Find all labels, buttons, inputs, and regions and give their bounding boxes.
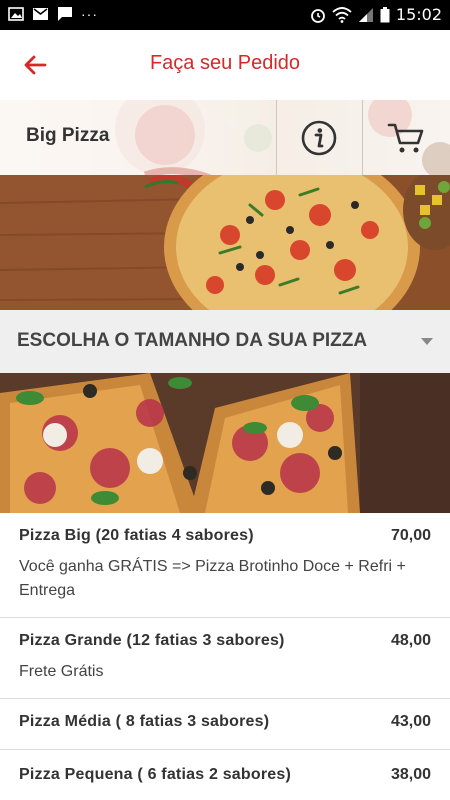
pizza-photo-illustration (0, 373, 450, 513)
store-header: Big Pizza (0, 100, 450, 175)
clock: 15:02 (395, 5, 442, 24)
item-name: Pizza Pequena ( 6 fatias 2 sabores) (19, 766, 291, 783)
item-price: 70,00 (390, 527, 431, 544)
pizza-photo (0, 373, 450, 513)
item-price: 43,00 (390, 713, 431, 730)
app-bar: Faça seu Pedido (0, 30, 450, 100)
status-bar: ··· 15:02 (0, 0, 450, 30)
menu-item[interactable]: Pizza Grande (12 fatias 3 sabores) 48,00… (0, 618, 450, 699)
store-banner-image (0, 175, 450, 310)
item-name: Pizza Big (20 fatias 4 sabores) (19, 527, 254, 544)
notification-icons: ··· (8, 6, 98, 22)
system-icons: 15:02 (310, 5, 442, 24)
message-notification-icon (58, 7, 72, 21)
item-price: 48,00 (390, 632, 431, 649)
page-title: Faça seu Pedido (149, 52, 301, 74)
caret-down-icon (421, 338, 433, 345)
cart-button[interactable] (362, 100, 450, 175)
size-dropdown-label: ESCOLHA O TAMANHO DA SUA PIZZA (17, 330, 368, 351)
item-name: Pizza Grande (12 fatias 3 sabores) (19, 632, 285, 649)
alarm-icon (310, 8, 325, 23)
wifi-icon (332, 6, 352, 23)
item-description: Você ganha GRÁTIS => Pizza Brotinho Doce… (19, 558, 406, 599)
info-button[interactable] (276, 100, 362, 175)
menu-list: Pizza Big (20 fatias 4 sabores) 70,00 Vo… (0, 513, 450, 798)
menu-item[interactable]: Pizza Pequena ( 6 fatias 2 sabores) 38,0… (0, 750, 450, 798)
image-notification-icon (8, 7, 24, 21)
more-notifications: ··· (81, 6, 98, 22)
pizza-banner-illustration (0, 175, 450, 310)
menu-item[interactable]: Pizza Média ( 8 fatias 3 sabores) 43,00 (0, 699, 450, 750)
item-description: Frete Grátis (19, 663, 104, 680)
mail-notification-icon (33, 8, 48, 20)
signal-icon (358, 7, 373, 22)
size-dropdown[interactable]: ESCOLHA O TAMANHO DA SUA PIZZA (0, 310, 450, 373)
battery-icon (380, 6, 390, 22)
item-price: 38,00 (390, 766, 431, 783)
info-icon (301, 120, 337, 155)
cart-icon (387, 123, 424, 152)
item-name: Pizza Média ( 8 fatias 3 sabores) (19, 713, 270, 730)
menu-item[interactable]: Pizza Big (20 fatias 4 sabores) 70,00 Vo… (0, 513, 450, 618)
store-name: Big Pizza (26, 125, 110, 146)
